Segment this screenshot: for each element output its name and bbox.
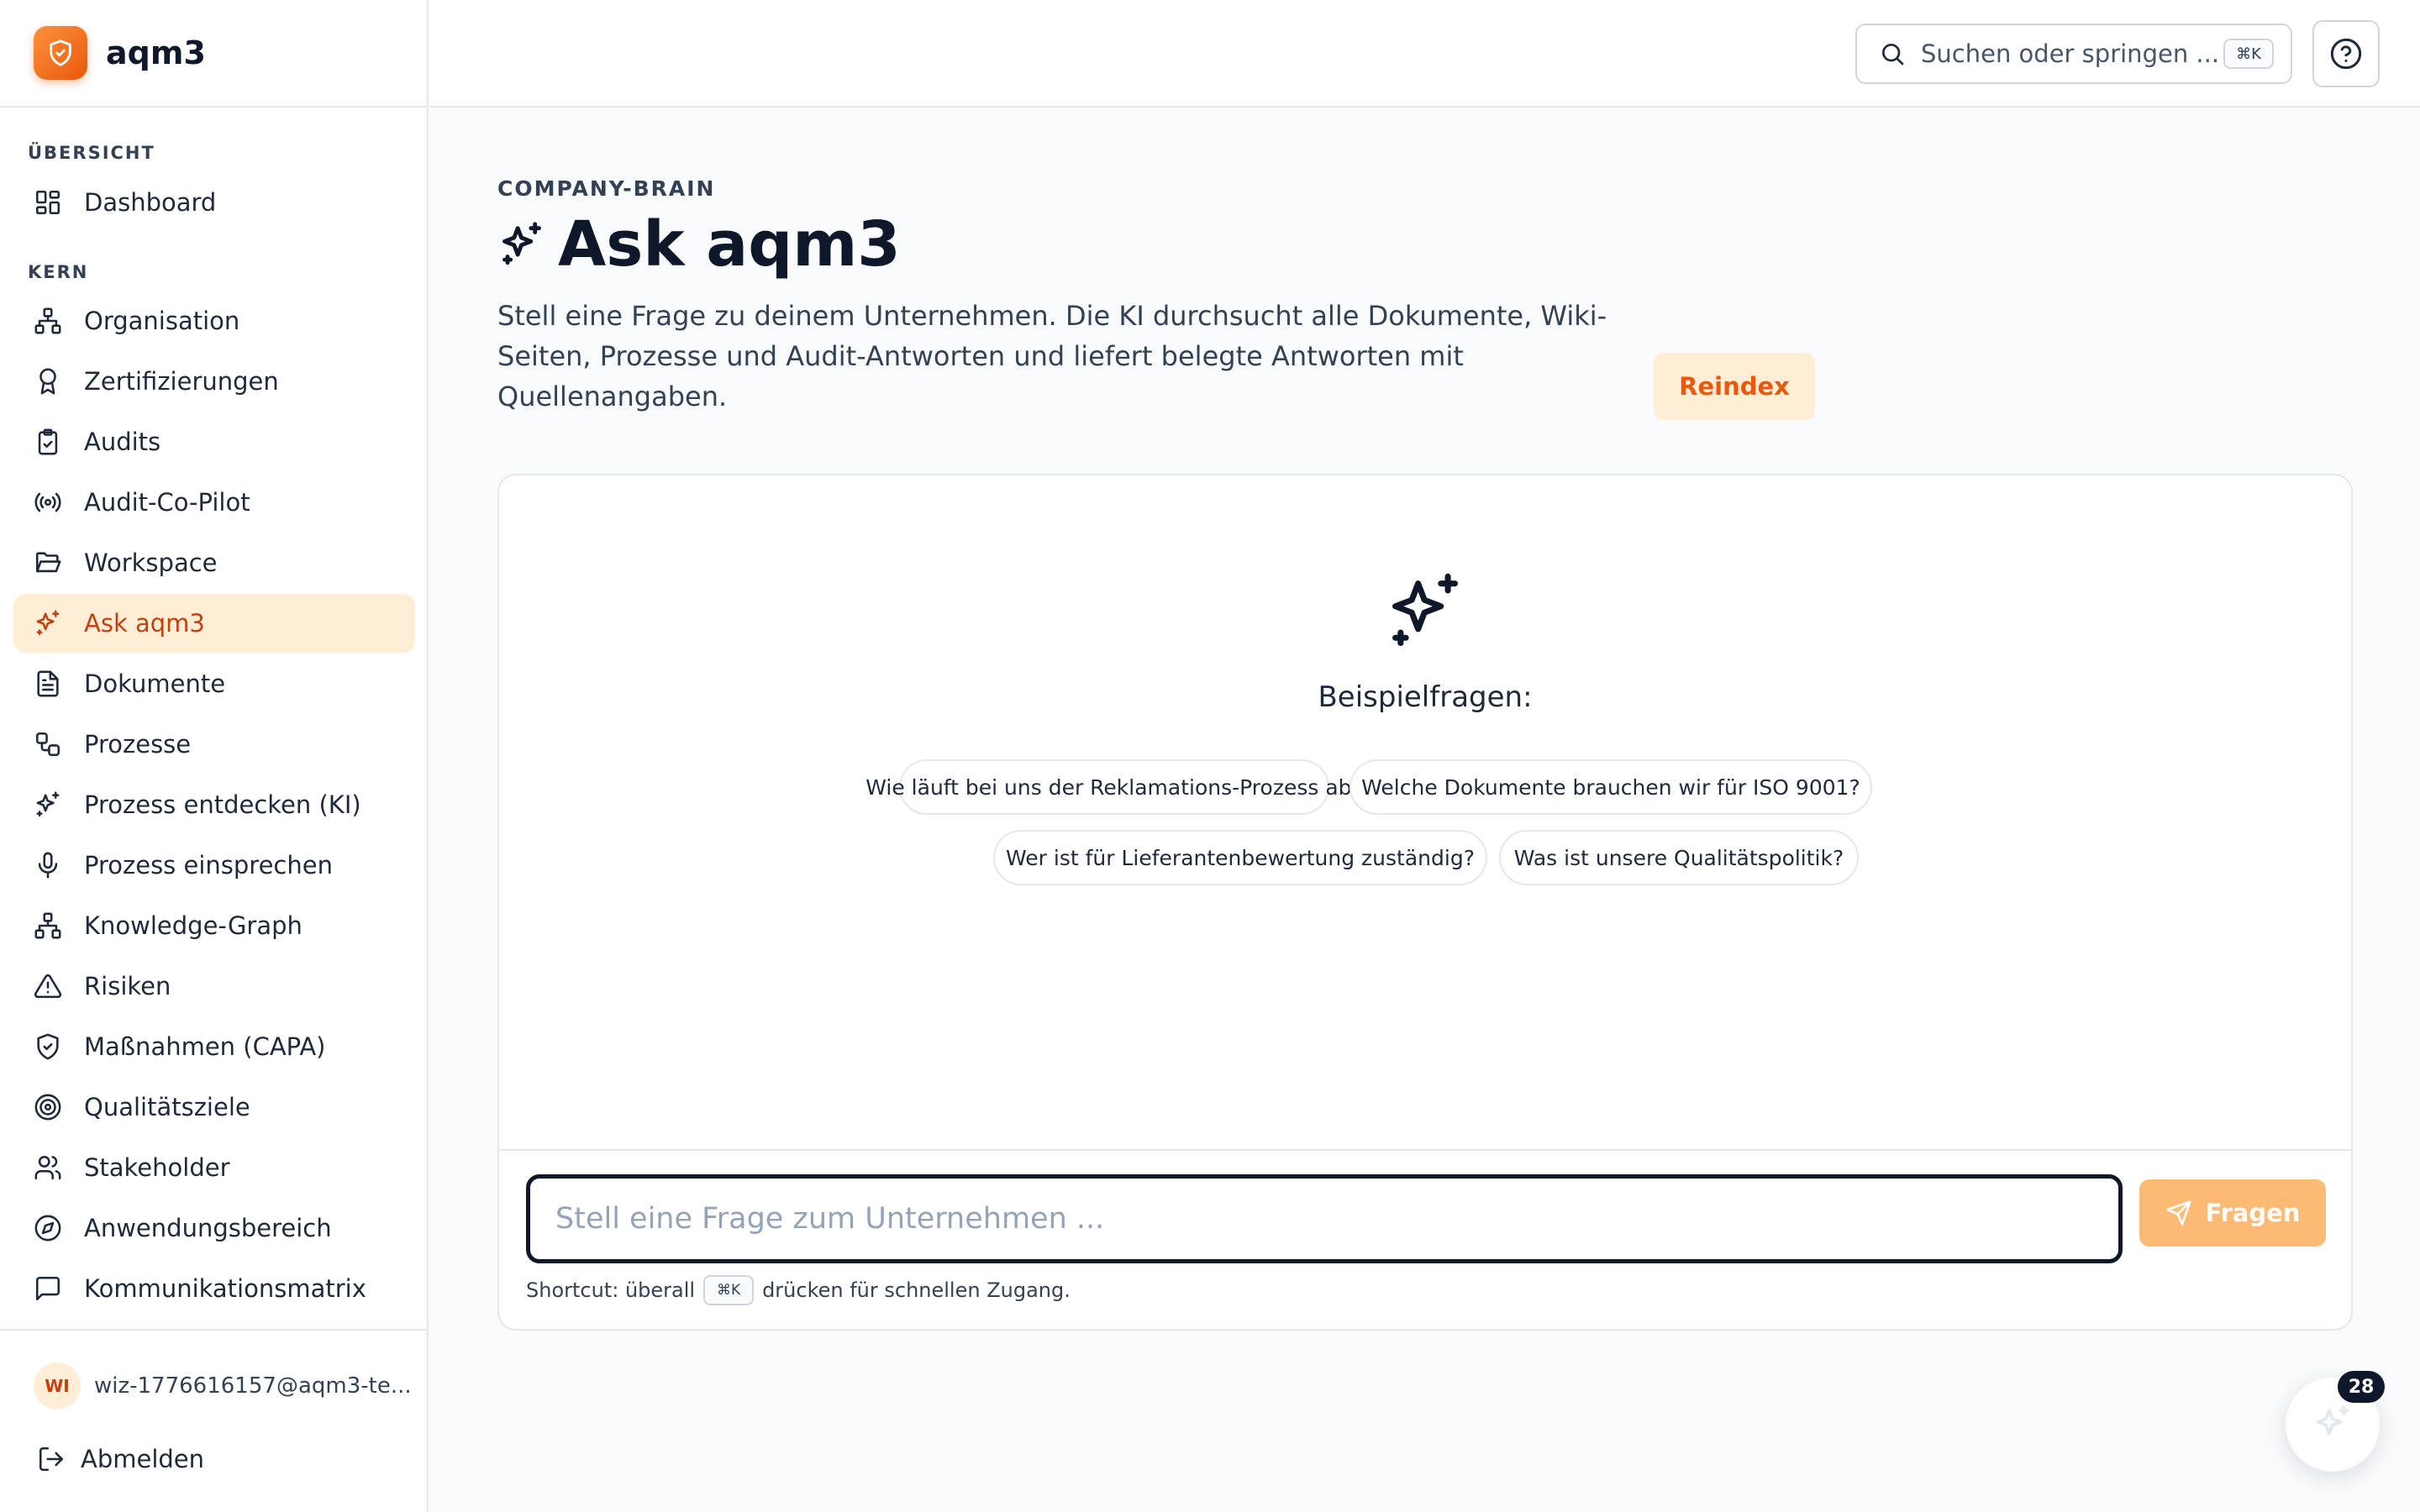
shortcut-prefix: Shortcut: überall [526, 1278, 696, 1302]
logout-icon [39, 1446, 64, 1472]
example-question-chip[interactable]: Wer ist für Lieferantenbewertung zuständ… [993, 830, 1487, 885]
shortcut-suffix: drücken für schnellen Zugang. [762, 1278, 1071, 1302]
search-input[interactable]: Suchen oder springen ... ⌘K [1855, 24, 2292, 84]
sidebar-item-label: Qualitätsziele [84, 1093, 250, 1121]
users-icon [34, 1155, 61, 1180]
example-question-chip[interactable]: Was ist unsere Qualitätspolitik? [1499, 830, 1859, 885]
sidebar-item-prozesse[interactable]: Prozesse [13, 715, 415, 774]
sparkles-icon [2316, 1405, 2349, 1436]
sidebar-item-prozess-einsprechen[interactable]: Prozess einsprechen [13, 836, 415, 895]
top-bar: Suchen oder springen ... ⌘K [430, 0, 2420, 108]
sidebar-item-zertifizierungen[interactable]: Zertifizierungen [13, 352, 415, 411]
sidebar-item-dokumente[interactable]: Dokumente [13, 654, 415, 713]
logout-button[interactable]: Abmelden [37, 1445, 204, 1473]
avatar: WI [34, 1362, 81, 1410]
app-root: aqm3 ÜBERSICHT Dashboard KERN Organisati… [0, 0, 2420, 1512]
sidebar-item-label: Prozess entdecken (KI) [84, 790, 361, 819]
sparkles-icon [502, 222, 541, 265]
sparkles-icon [36, 791, 60, 817]
page-title: Ask aqm3 [497, 208, 901, 281]
help-circle-icon [2330, 38, 2362, 70]
shortcut-key: ⌘K [703, 1275, 755, 1305]
sidebar-item-organisation[interactable]: Organisation [13, 291, 415, 350]
file-text-icon [37, 670, 59, 697]
page-title-text: Ask aqm3 [558, 208, 901, 281]
microphone-icon [38, 852, 58, 879]
sidebar-item-audit-co-pilot[interactable]: Audit-Co-Pilot [13, 473, 415, 532]
sidebar-item-label: Knowledge-Graph [84, 911, 302, 940]
sidebar-item-risiken[interactable]: Risiken [13, 957, 415, 1016]
chat-panel: Beispielfragen: Wie läuft bei uns der Re… [497, 474, 2353, 1331]
brand[interactable]: aqm3 [0, 0, 427, 108]
help-button[interactable] [2312, 20, 2380, 87]
search-shortcut-key: ⌘K [2223, 39, 2274, 69]
user-email: wiz-1776616157@aqm3-te... [94, 1373, 412, 1399]
radio-icon [34, 492, 61, 512]
sidebar-item-kommunikationsmatrix[interactable]: Kommunikationsmatrix [13, 1259, 415, 1318]
sidebar-item-massnahmen[interactable]: Maßnahmen (CAPA) [13, 1017, 415, 1076]
page-eyebrow: COMPANY-BRAIN [497, 176, 716, 201]
brand-logo-icon [34, 26, 87, 80]
sidebar-item-label: Prozess einsprechen [84, 851, 333, 879]
sidebar-item-label: Kommunikationsmatrix [84, 1274, 366, 1303]
folder-open-icon [35, 552, 61, 573]
sidebar-item-ask-aqm3[interactable]: Ask aqm3 [13, 594, 415, 653]
example-question-chip[interactable]: Welche Dokumente brauchen wir für ISO 90… [1349, 759, 1872, 815]
sparkles-icon [1392, 573, 1458, 647]
sidebar-item-qualitaetsziele[interactable]: Qualitätsziele [13, 1078, 415, 1137]
sidebar-item-dashboard[interactable]: Dashboard [13, 173, 415, 232]
search-icon [1882, 44, 1904, 66]
award-icon [39, 368, 56, 395]
sidebar-item-label: Anwendungsbereich [84, 1214, 332, 1242]
sidebar-footer: WI wiz-1776616157@aqm3-te... Abmelden [0, 1329, 429, 1512]
sidebar-item-label: Zertifizierungen [84, 367, 279, 396]
sidebar-item-stakeholder[interactable]: Stakeholder [13, 1138, 415, 1197]
sidebar-item-workspace[interactable]: Workspace [13, 533, 415, 592]
org-chart-icon [34, 307, 61, 334]
example-question-chip[interactable]: Wie läuft bei uns der Reklamations-Proze… [865, 759, 1363, 815]
sidebar-item-label: Workspace [84, 549, 218, 577]
question-input[interactable] [526, 1174, 2123, 1263]
logout-label: Abmelden [81, 1445, 205, 1473]
target-icon [34, 1094, 61, 1121]
send-icon [2165, 1200, 2191, 1226]
shortcut-hint: Shortcut: überall ⌘K drücken für schnell… [526, 1275, 1071, 1305]
user-profile[interactable]: WI wiz-1776616157@aqm3-te... [34, 1362, 412, 1410]
compass-icon [34, 1215, 61, 1242]
search-placeholder: Suchen oder springen ... [1921, 39, 2220, 68]
divider [499, 1149, 2351, 1151]
sidebar-item-label: Ask aqm3 [84, 609, 205, 638]
ask-button-label: Fragen [2205, 1199, 2301, 1227]
network-icon [34, 912, 61, 939]
reindex-button[interactable]: Reindex [1654, 353, 1815, 420]
notification-count-badge: 28 [2338, 1371, 2385, 1403]
sidebar-item-prozess-entdecken[interactable]: Prozess entdecken (KI) [13, 775, 415, 834]
clipboard-check-icon [38, 428, 58, 455]
sidebar-item-label: Stakeholder [84, 1153, 230, 1182]
sidebar-item-audits[interactable]: Audits [13, 412, 415, 471]
sidebar-item-label: Dokumente [84, 669, 226, 698]
sidebar: aqm3 ÜBERSICHT Dashboard KERN Organisati… [0, 0, 429, 1512]
warning-triangle-icon [34, 974, 62, 999]
sidebar-item-label: Audit-Co-Pilot [84, 488, 250, 517]
sidebar-item-label: Maßnahmen (CAPA) [84, 1032, 326, 1061]
sidebar-item-anwendungsbereich[interactable]: Anwendungsbereich [13, 1199, 415, 1257]
sparkles-icon [36, 610, 60, 636]
examples-heading: Beispielfragen: [1318, 680, 1533, 714]
sidebar-item-knowledge-graph[interactable]: Knowledge-Graph [13, 896, 415, 955]
sidebar-item-label: Audits [84, 428, 161, 456]
page-description: Stell eine Frage zu deinem Unternehmen. … [497, 300, 1607, 412]
workflow-icon [35, 732, 60, 757]
message-square-icon [35, 1276, 60, 1301]
nav-section-overview: ÜBERSICHT [28, 143, 155, 163]
sidebar-item-label: Dashboard [84, 188, 217, 217]
brand-name: aqm3 [106, 34, 206, 71]
nav-section-core: KERN [28, 262, 89, 282]
shield-check-icon [37, 1033, 59, 1060]
sidebar-item-label: Organisation [84, 307, 240, 335]
sidebar-item-label: Risiken [84, 972, 171, 1000]
dashboard-icon [35, 190, 60, 215]
ask-button[interactable]: Fragen [2139, 1179, 2326, 1247]
sidebar-item-label: Prozesse [84, 730, 192, 759]
